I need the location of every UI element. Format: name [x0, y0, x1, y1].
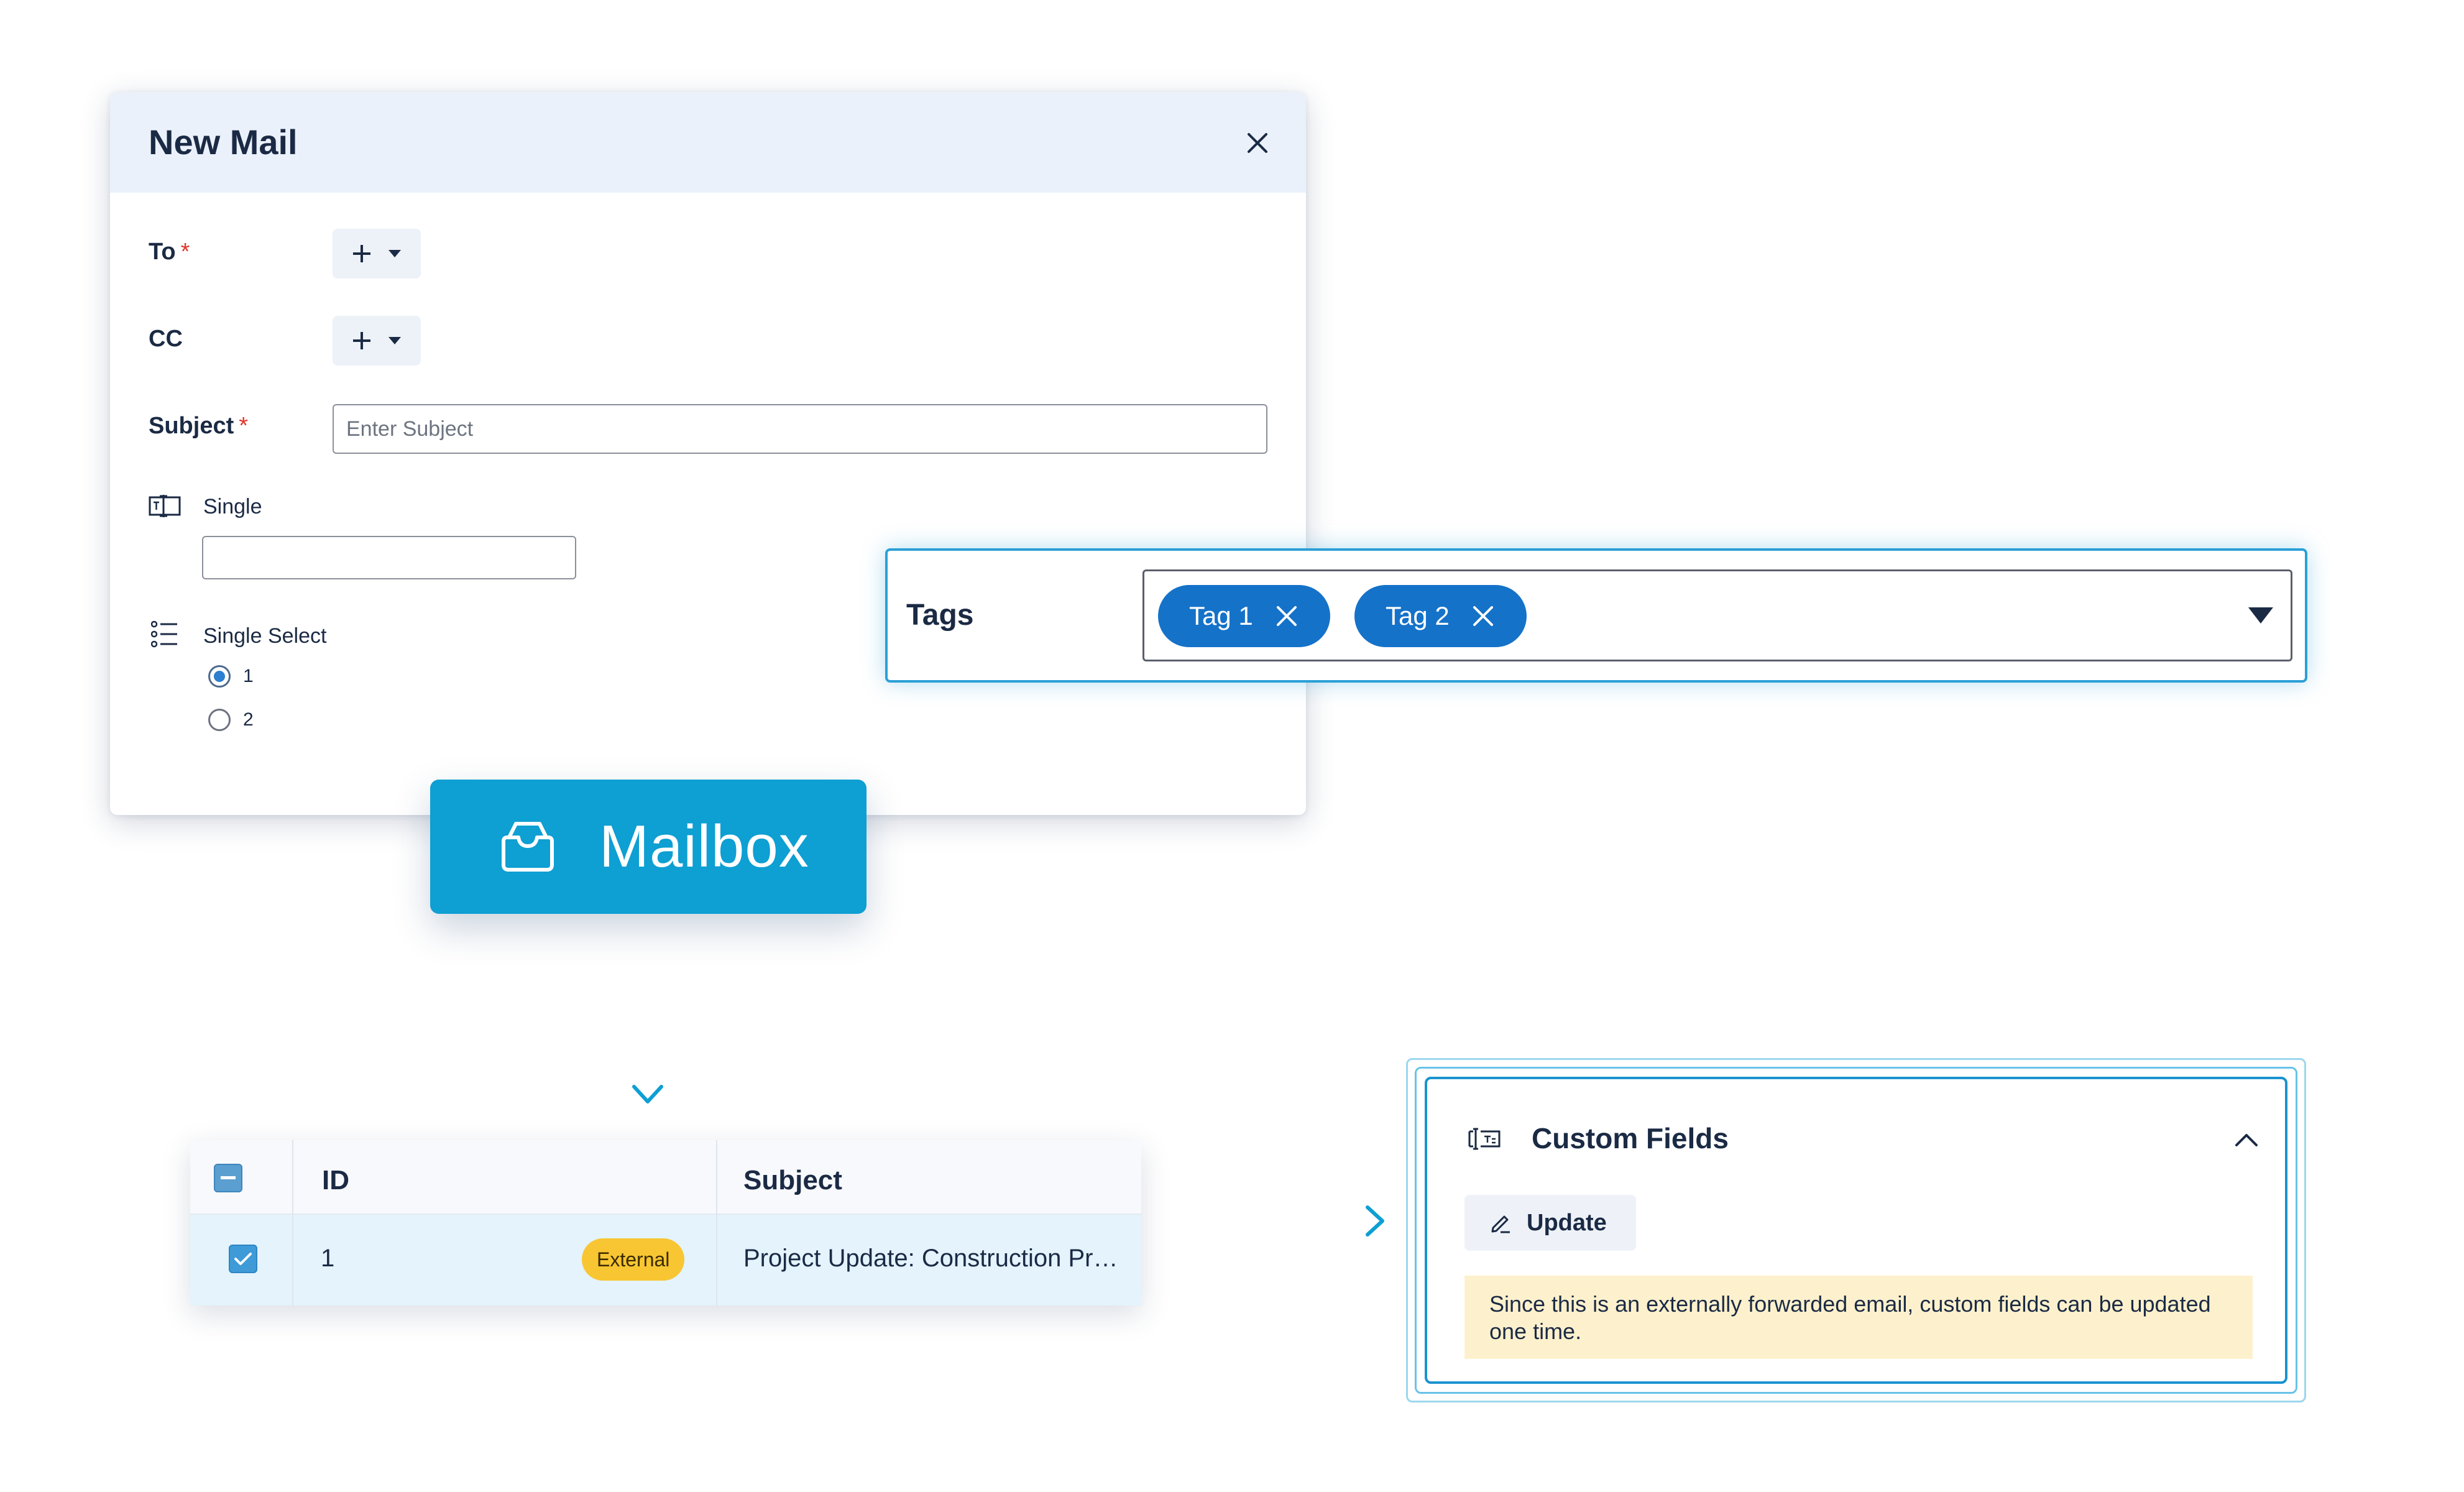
new-mail-dialog: New Mail To* CC Subject* Single S	[110, 92, 1306, 815]
close-icon	[1276, 606, 1297, 626]
edit-icon	[1491, 1215, 1510, 1233]
mailbox-button[interactable]: Mailbox	[430, 780, 867, 914]
row-checkbox[interactable]	[229, 1245, 257, 1273]
collapse-button[interactable]	[2229, 1123, 2264, 1158]
list-icon	[151, 620, 177, 648]
tag-chip-label: Tag 1	[1189, 601, 1253, 630]
tag-chip[interactable]: Tag 1	[1158, 585, 1330, 647]
table-header: ID Subject	[190, 1140, 1141, 1215]
custom-fields-panel: Custom Fields Update Since this is an ex…	[1425, 1077, 2287, 1384]
close-button[interactable]	[1240, 126, 1275, 160]
to-label-text: To	[149, 239, 176, 265]
custom-fields-title: Custom Fields	[1532, 1122, 1729, 1154]
select-all-checkbox[interactable]	[214, 1164, 242, 1192]
mail-table: ID Subject 1 External Project Update: Co…	[190, 1140, 1141, 1306]
radio-button[interactable]	[208, 665, 231, 688]
row-subject: Project Update: Construction Pr…	[743, 1245, 1118, 1272]
single-field-label: Single	[203, 495, 262, 518]
tags-field-card: Tags Tag 1 Tag 2	[885, 548, 2307, 683]
close-icon	[1248, 133, 1267, 153]
single-field-input[interactable]	[202, 536, 576, 579]
tag-chip[interactable]: Tag 2	[1354, 585, 1527, 647]
subject-label-text: Subject	[149, 413, 234, 439]
radio-option-2[interactable]: 2	[208, 709, 254, 731]
radio-option-1[interactable]: 1	[208, 665, 254, 688]
plus-icon	[353, 245, 370, 262]
caret-down-icon	[388, 250, 401, 257]
notice-banner: Since this is an externally forwarded em…	[1464, 1276, 2253, 1359]
remove-tag-button[interactable]	[1274, 604, 1299, 629]
subject-input[interactable]	[333, 404, 1267, 454]
radio-option-label: 2	[243, 709, 254, 730]
dialog-header: New Mail	[110, 92, 1306, 193]
text-field-icon	[149, 495, 181, 517]
update-button-label: Update	[1527, 1209, 1607, 1236]
column-header-id[interactable]: ID	[322, 1165, 349, 1196]
single-select-label: Single Select	[203, 624, 327, 648]
external-badge: External	[582, 1238, 685, 1281]
mailbox-label: Mailbox	[599, 813, 809, 880]
column-divider	[292, 1140, 293, 1306]
inbox-icon	[502, 822, 554, 872]
table-row[interactable]: 1 External Project Update: Construction …	[190, 1215, 1141, 1306]
check-icon	[234, 1253, 252, 1265]
row-id: 1	[321, 1245, 335, 1272]
cc-add-recipient-button[interactable]	[333, 316, 421, 366]
tags-label: Tags	[906, 599, 974, 632]
custom-field-icon	[1468, 1128, 1501, 1150]
caret-down-icon[interactable]	[2247, 606, 2274, 625]
close-icon	[1473, 606, 1493, 626]
column-divider	[716, 1140, 717, 1306]
update-button[interactable]: Update	[1464, 1195, 1636, 1251]
column-header-subject[interactable]: Subject	[743, 1165, 842, 1196]
to-add-recipient-button[interactable]	[333, 229, 421, 279]
cc-label: CC	[149, 326, 183, 352]
radio-button[interactable]	[208, 709, 231, 731]
required-mark: *	[180, 239, 190, 265]
required-mark: *	[239, 413, 249, 439]
dialog-title: New Mail	[149, 122, 298, 162]
to-label: To *	[149, 239, 190, 265]
caret-down-icon	[388, 337, 401, 344]
tags-multiselect[interactable]: Tag 1 Tag 2	[1142, 569, 2292, 661]
minus-icon	[221, 1176, 236, 1179]
arrow-right-icon	[1163, 1205, 1384, 1236]
chevron-up-icon	[2235, 1134, 2258, 1146]
plus-icon	[353, 332, 370, 349]
radio-option-label: 1	[243, 666, 254, 686]
tag-chip-label: Tag 2	[1386, 601, 1450, 630]
arrow-down-icon	[632, 952, 663, 1103]
remove-tag-button[interactable]	[1471, 604, 1496, 629]
subject-label: Subject *	[149, 413, 248, 440]
